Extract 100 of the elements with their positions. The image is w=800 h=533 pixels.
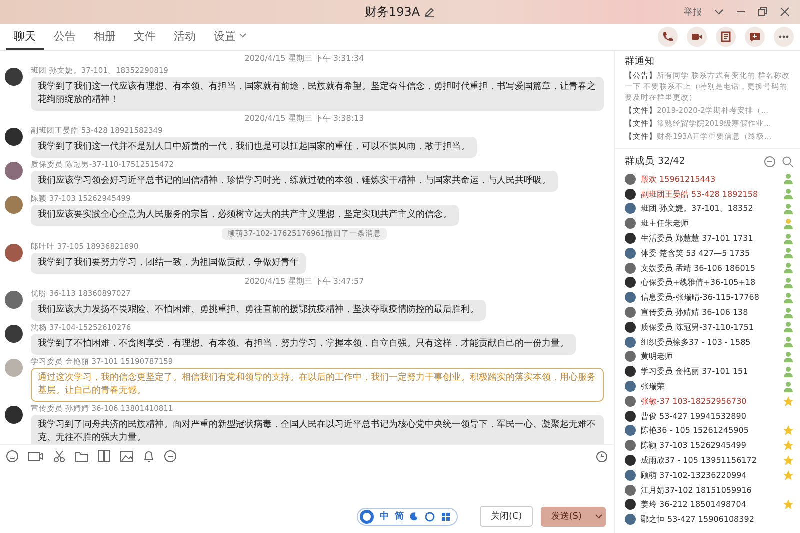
person-icon [783, 202, 794, 215]
tab[interactable]: 相册 [86, 24, 124, 50]
close-button[interactable]: 关闭(C) [480, 506, 534, 527]
input-mode-toggle[interactable]: 简 [394, 510, 404, 523]
avatar [625, 262, 636, 274]
folder-icon[interactable] [75, 450, 89, 462]
avatar [625, 277, 636, 288]
member-item[interactable]: 张瑞荣 [625, 379, 794, 394]
member-item[interactable]: 副班团王晏皓 53-428 1892158 [625, 186, 794, 202]
message-bubble: 我们应该大力发扬不畏艰险、不怕困难、勇挑重担、勇往直前的援鄂抗疫精神，坚决夺取疫情防控的最后胜利。 [31, 300, 486, 321]
avatar [625, 455, 636, 466]
phone-icon[interactable] [658, 27, 678, 47]
person-icon [783, 232, 794, 245]
star-icon [783, 499, 794, 510]
person-icon [783, 173, 794, 186]
panel-title: 群成员 32/42 [625, 155, 686, 168]
timestamp: 2020/4/15 星期三 下午 3:31:34 [244, 53, 366, 64]
input-method-bar[interactable]: 中 简 [356, 508, 458, 526]
avatar [625, 248, 636, 259]
avatar [625, 366, 636, 378]
member-item[interactable]: 陈艳36 - 105 15261245905 [625, 424, 794, 438]
member-item[interactable]: 顾萌 37-102-13236220994 [625, 468, 794, 483]
more-icon[interactable] [164, 450, 177, 463]
video-camera-icon[interactable] [687, 27, 707, 47]
tab[interactable]: 文件 [126, 24, 164, 50]
image-icon[interactable] [120, 450, 134, 462]
member-item[interactable]: 生活委员 郑慧慧 37-101 1731 [625, 231, 794, 246]
search-icon[interactable] [782, 156, 794, 168]
input-mode-toggle[interactable]: 中 [380, 510, 389, 523]
avatar [625, 322, 636, 333]
member-item[interactable]: 殷欢 15961215443 [625, 172, 794, 187]
tab[interactable]: 活动 [166, 24, 204, 50]
avatar[interactable] [5, 68, 23, 86]
input-method-logo-icon [360, 510, 374, 524]
member-item[interactable]: 班主任朱老师 [625, 216, 794, 232]
member-item[interactable]: 张敏-37 103-18252956730 [625, 394, 794, 409]
tab[interactable]: 公告 [46, 24, 84, 50]
member-item[interactable]: 姜玲 36-212 18501498704 [625, 498, 794, 512]
member-item[interactable]: 质保委员 陈冠男-37-110-1751 [625, 320, 794, 335]
person-icon [783, 366, 794, 378]
gif-icon[interactable] [28, 451, 44, 462]
person-icon [783, 380, 794, 393]
panel-title: 群通知 [625, 55, 656, 68]
more-icon[interactable] [774, 27, 794, 47]
moon-icon[interactable] [410, 512, 419, 521]
person-icon [783, 336, 794, 348]
screen-share-icon[interactable] [716, 27, 736, 47]
window-title: 财务193A [364, 4, 420, 20]
message-bubble: 我们应该学习领会好习近平总书记的回信精神，珍惜学习时光，练就过硬的本领，锤炼实干精神，与国家共命运，与人民共呼吸。 [31, 171, 558, 192]
timestamp: 2020/4/15 星期三 下午 3:38:13 [244, 113, 366, 124]
chevron-down-icon[interactable] [714, 8, 724, 16]
member-item[interactable]: 黄明老师 [625, 350, 794, 364]
star-icon [783, 425, 794, 436]
member-item[interactable]: 学习委员 金艳丽 37-101 151 [625, 364, 794, 380]
report-link[interactable]: 举报 [684, 6, 702, 18]
member-item[interactable]: 信息委员-张瑞晴-36-115-17768 [625, 290, 794, 306]
avatar [625, 514, 636, 526]
message-bubble: 我学到了我们要努力学习，团结一致，为祖国做贡献，争做好青年 [31, 253, 306, 274]
star-icon [783, 470, 794, 481]
screenshot-icon[interactable] [98, 450, 111, 463]
bell-icon[interactable] [143, 450, 155, 463]
avatar [625, 351, 636, 362]
grid-icon[interactable] [440, 512, 451, 522]
pencil-icon[interactable] [424, 6, 436, 18]
person-icon [783, 262, 794, 274]
add-message-icon[interactable] [745, 27, 765, 47]
scissors-icon[interactable] [53, 450, 66, 463]
avatar [625, 396, 636, 407]
avatar [625, 218, 636, 230]
caret-icon[interactable] [239, 33, 247, 39]
avatar [625, 484, 636, 496]
member-item[interactable]: 宣传委员 孙婧婧 36-106 138 [625, 305, 794, 320]
member-item[interactable]: 江月婧37-102 18151059916 [625, 482, 794, 498]
member-item[interactable]: 鄢之恒 53-427 15906108392 [625, 512, 794, 528]
message-bubble: 我学到了我们这一代应该有理想、有本领、有担当，国家就有前途，民族就有希望。坚定奋斗信念，勇担时代重担，书写爱国篇章，让青春之花绚丽绽放的精神！ [31, 77, 604, 111]
close-icon[interactable] [780, 7, 790, 17]
clock-icon[interactable] [596, 450, 608, 462]
avatar [625, 233, 636, 244]
tab[interactable]: 聊天 [6, 24, 44, 50]
avatar [625, 499, 636, 510]
message-bubble: 我们应该要实践全心全意为人民服务的宗旨，必须树立远大的共产主义理想，坚定实现共产主义的信念。 [31, 205, 459, 226]
avatar [625, 292, 636, 304]
tab[interactable]: 设置 [206, 24, 255, 50]
avatar[interactable] [5, 406, 23, 424]
avatar[interactable] [5, 325, 23, 343]
member-item[interactable]: 组织委员徐多37 - 103 - 1585 [625, 334, 794, 350]
person-icon [783, 218, 794, 230]
member-item[interactable]: 文娱委员 孟靖 36-106 186015 [625, 260, 794, 276]
member-item[interactable]: 成雨欣37 - 105 13951156172 [625, 453, 794, 468]
member-item[interactable]: 心保委员+魏雅倩+36-105+18 [625, 276, 794, 290]
person-icon [783, 247, 794, 260]
person-icon [783, 292, 794, 304]
member-item[interactable]: 曹俊 53-427 19941532890 [625, 408, 794, 424]
restore-icon[interactable] [758, 7, 768, 17]
member-item[interactable]: 班团 孙文婕。37-101。18352 [625, 202, 794, 216]
avatar[interactable] [5, 128, 23, 146]
member-item[interactable]: 陈颖 37-103 15262945499 [625, 438, 794, 454]
member-item[interactable]: 体委 楚含笑 53 427—5 1735 [625, 246, 794, 261]
avatar [625, 307, 636, 318]
message-bubble: 通过这次学习，我的信念更坚定了。相信我们有党和领导的支持。在以后的工作中，我们一定努力干事创业。积极踏实的落实本领，用心服务基层。让自己的青春无憾。 [31, 368, 604, 402]
